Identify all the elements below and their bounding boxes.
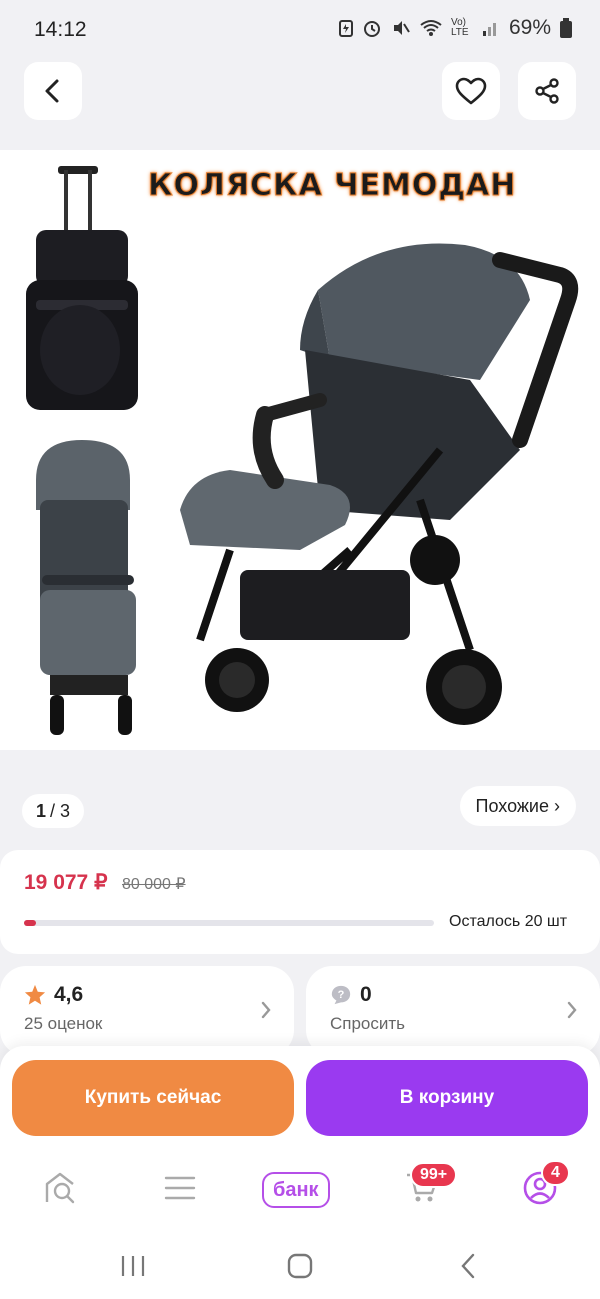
- rating-card[interactable]: 4,6 25 оценок: [0, 966, 294, 1056]
- product-gallery[interactable]: КОЛЯСКА ЧЕМОДАН: [0, 150, 600, 750]
- share-icon: [535, 78, 559, 104]
- similar-button[interactable]: Похожие ›: [459, 786, 576, 826]
- question-icon: ?: [331, 985, 351, 1005]
- rating-count: 25 оценок: [24, 1014, 103, 1033]
- mute-icon: [393, 21, 410, 35]
- nav-catalog[interactable]: [160, 1168, 200, 1208]
- rating-value: 4,6: [54, 983, 84, 1006]
- stock-remaining: Осталось 20 шт: [449, 913, 568, 930]
- nav-bank[interactable]: банк: [262, 1172, 330, 1208]
- battery-icon: [560, 18, 572, 38]
- star-icon: [24, 984, 46, 1005]
- action-bar: Купить сейчас В корзину: [0, 1046, 600, 1150]
- chevron-right-icon: [261, 1001, 271, 1019]
- old-price: 80 000 ₽: [122, 876, 186, 893]
- product-image: [26, 166, 579, 735]
- cart-badge: 99+: [410, 1162, 458, 1188]
- page-counter: 1 / 3: [22, 794, 85, 828]
- price-card: 19 077 ₽ 80 000 ₽ Осталось 20 шт: [0, 850, 600, 954]
- catalog-icon: [164, 1176, 196, 1200]
- battery-percent: 69%: [508, 16, 551, 39]
- recent-apps-icon[interactable]: [119, 1254, 147, 1278]
- home-search-icon: [45, 1172, 75, 1204]
- back-button[interactable]: [24, 62, 82, 120]
- status-bar: 14:12 Vo) LTE 69%: [0, 0, 600, 60]
- bottom-nav: банк 99+ 4: [0, 1150, 600, 1234]
- system-nav: [0, 1234, 600, 1299]
- gallery-caption: КОЛЯСКА ЧЕМОДАН: [147, 168, 517, 204]
- heart-icon: [455, 77, 487, 105]
- total-pages: / 3: [50, 800, 71, 821]
- alarm-icon: [363, 21, 380, 37]
- stock-progress: [24, 920, 434, 926]
- home-icon[interactable]: [287, 1253, 313, 1279]
- wifi-icon: [420, 20, 442, 36]
- ask-label: Спросить: [330, 1014, 406, 1033]
- questions-card[interactable]: ? 0 Спросить: [306, 966, 600, 1056]
- svg-text:?: ?: [338, 989, 345, 1001]
- nav-home[interactable]: [40, 1168, 80, 1208]
- signal-icon: [482, 23, 496, 36]
- add-to-cart-button[interactable]: В корзину: [306, 1060, 588, 1136]
- current-page: 1: [36, 800, 47, 821]
- network-label: Vo) LTE: [450, 17, 469, 38]
- status-time: 14:12: [34, 18, 87, 41]
- favorite-button[interactable]: [442, 62, 500, 120]
- share-button[interactable]: [518, 62, 576, 120]
- current-price: 19 077 ₽: [24, 871, 108, 894]
- chevron-right-icon: [567, 1001, 577, 1019]
- battery-saver-icon: [338, 20, 353, 37]
- stock-progress-fill: [24, 920, 37, 926]
- questions-count: 0: [360, 983, 372, 1006]
- status-icons: Vo) LTE 69%: [338, 16, 572, 40]
- profile-badge: 4: [541, 1160, 570, 1186]
- back-icon: [45, 79, 59, 103]
- back-nav-icon[interactable]: [459, 1253, 477, 1279]
- top-bar: [0, 60, 600, 150]
- buy-now-button[interactable]: Купить сейчас: [12, 1060, 294, 1136]
- gallery-controls: 1 / 3 Похожие ›: [0, 750, 600, 850]
